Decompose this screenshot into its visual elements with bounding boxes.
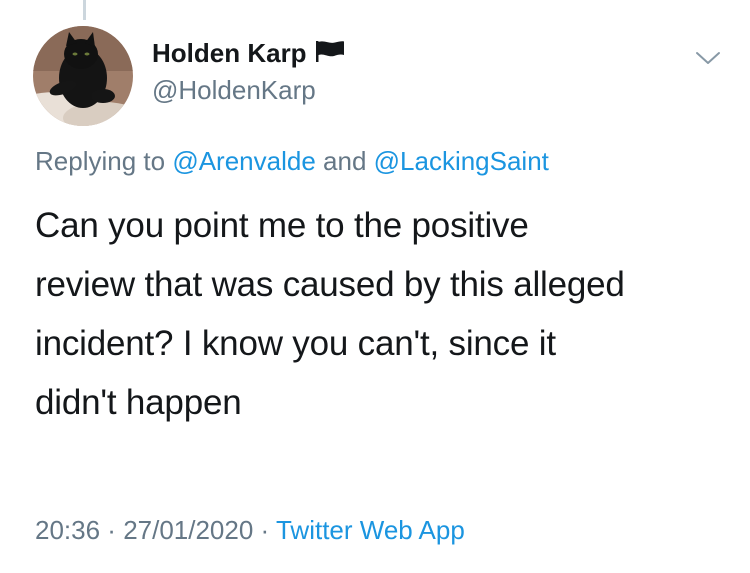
meta-separator: · [253,515,276,545]
replying-to-line: Replying to @Arenvalde and @LackingSaint [35,146,549,177]
author-name-row: Holden Karp [152,40,345,66]
tweet-date[interactable]: 27/01/2020 [123,515,253,545]
tweet-source-link[interactable]: Twitter Web App [276,515,465,545]
mention-link-arenvalde[interactable]: @Arenvalde [172,146,315,176]
thread-connector-line [83,0,86,20]
author-handle[interactable]: @HoldenKarp [152,77,345,103]
tweet-metadata: 20:36 · 27/01/2020 · Twitter Web App [35,515,465,546]
replying-connector: and [315,146,374,176]
author-display-name[interactable]: Holden Karp [152,40,307,66]
replying-to-label: Replying to [35,146,173,176]
chevron-down-icon [696,52,720,64]
black-cat-avatar-icon [33,26,133,126]
meta-separator: · [100,515,124,545]
tweet-author: Holden Karp @HoldenKarp [152,40,345,103]
avatar[interactable] [33,26,133,126]
black-flag-icon [315,40,345,66]
tweet-time[interactable]: 20:36 [35,515,100,545]
tweet-text: Can you point me to the positive review … [35,206,625,422]
mention-link-lackingsaint[interactable]: @LackingSaint [374,146,549,176]
more-options-button[interactable] [695,50,721,71]
